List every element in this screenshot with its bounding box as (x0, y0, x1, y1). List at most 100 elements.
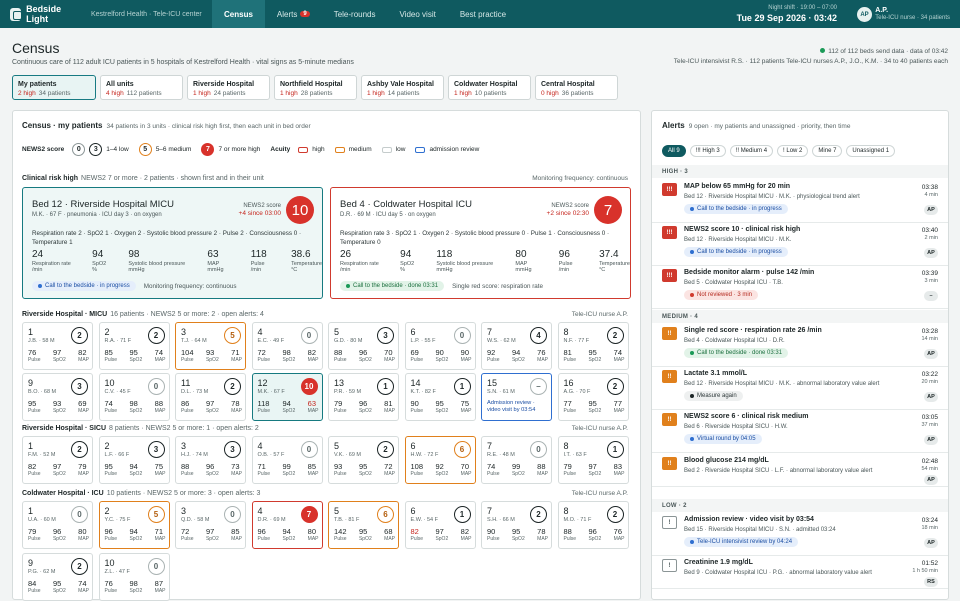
alert-item[interactable]: !!! MAP below 65 mmHg for 20 min Bed 12 · … (652, 183, 948, 223)
patient-tile[interactable]: 16 A.G. · 70 F 2 77 Pulse 95 SpO2 77 MAP (557, 373, 629, 421)
patient-tile[interactable]: 7 S.H. · 66 M 2 90 Pulse 95 SpO2 78 MAP (481, 501, 552, 549)
alert-filter-2[interactable]: !! Medium 4 (729, 145, 774, 157)
assignee-avatar[interactable]: RS (924, 577, 938, 587)
tab-all-units[interactable]: All units 4 high 112 patients (100, 75, 183, 100)
patient-tile[interactable]: 9 B.O. · 68 M 3 95 Pulse 93 SpO2 69 MAP (22, 373, 93, 421)
vital-number: 94 (511, 348, 521, 357)
user-info[interactable]: A.P. Tele-ICU nurse · 34 patients (875, 6, 950, 23)
tile-vitals: 88 Pulse 96 SpO2 73 MAP (181, 463, 242, 477)
alert-status-pill[interactable]: Call to the bedside · in progress (684, 204, 788, 214)
alert-item[interactable]: ! Creatinine 1.9 mg/dL Bed 9 · Coldwater H… (652, 559, 948, 589)
patient-tile[interactable]: 1 J.B. · 58 M 2 76 Pulse 97 SpO2 82 MAP (22, 322, 93, 370)
alert-filter-4[interactable]: Mine 7 (812, 145, 843, 157)
patient-tile[interactable]: 7 W.S. · 62 M 4 92 Pulse 94 SpO2 76 MAP (481, 322, 552, 370)
assignee-avatar[interactable]: AP (924, 392, 938, 402)
assignee-avatar[interactable]: AP (924, 349, 938, 359)
nav-alerts[interactable]: Alerts 9 (265, 0, 322, 28)
patient-tile[interactable]: 6 H.W. · 72 F 6 108 Pulse 92 SpO2 70 MAP (404, 436, 476, 484)
patient-tile[interactable]: 2 R.A. · 71 F 2 85 Pulse 95 SpO2 74 MAP (98, 322, 170, 370)
alert-filter-3[interactable]: ! Low 2 (777, 145, 809, 157)
patient-tile[interactable]: 3 Q.D. · 58 M 0 72 Pulse 97 SpO2 85 MAP (175, 501, 246, 549)
patient-tile[interactable]: 11 D.L. · 73 M 2 86 Pulse 97 SpO2 78 MAP (175, 373, 246, 421)
alert-item[interactable]: !!! NEWS2 score 10 · clinical risk high Be… (652, 226, 948, 266)
tab-northfield-hospital[interactable]: Northfield Hospital 1 high 28 patients (274, 75, 357, 100)
assignee-avatar[interactable]: AP (924, 248, 938, 258)
alert-item[interactable]: !!! Bedside monitor alarm · pulse 142 /mi… (652, 269, 948, 309)
patient-tile[interactable]: 10 C.V. · 45 F 0 74 Pulse 98 SpO2 88 MAP (98, 373, 170, 421)
alert-status-pill[interactable]: Tele-ICU intensivist review by 04:24 (684, 537, 799, 547)
brand[interactable]: Bedside Light (0, 4, 87, 24)
tile-vitals: 79 Pulse 96 SpO2 81 MAP (334, 400, 395, 414)
alert-item[interactable]: !! Single red score · respiration rate 26… (652, 327, 948, 367)
patient-tile[interactable]: 7 R.E. · 48 M 0 74 Pulse 99 SpO2 88 MAP (481, 436, 552, 484)
alert-status-pill[interactable]: Not reviewed · 3 min (684, 290, 759, 300)
alert-item[interactable]: ! Admission review · video visit by 03:54… (652, 516, 948, 556)
patient-tile[interactable]: 2 L.F. · 66 F 3 95 Pulse 94 SpO2 75 MAP (98, 436, 170, 484)
tab-my-patients[interactable]: My patients 2 high 34 patients (12, 75, 96, 100)
alert-filter-1[interactable]: !!! High 3 (689, 145, 726, 157)
patient-tile[interactable]: 2 Y.C. · 75 F 5 96 Pulse 94 SpO2 71 MAP (98, 501, 170, 549)
alert-status-pill[interactable]: Call to the bedside · done 03:31 (684, 348, 789, 358)
action-pill[interactable]: Call to the bedside · in progress (32, 281, 136, 291)
alert-item[interactable]: !! Blood glucose 214 mg/dL Bed 2 · Riversi… (652, 457, 948, 487)
nav-tele-rounds[interactable]: Tele-rounds (322, 0, 388, 28)
assignee-avatar[interactable]: – (924, 291, 938, 301)
tab-coldwater-hospital[interactable]: Coldwater Hospital 1 high 10 patients (448, 75, 531, 100)
assignee-avatar[interactable]: AP (924, 538, 938, 548)
patient-tile[interactable]: 4 D.R. · 69 M 7 96 Pulse 94 SpO2 80 MAP (251, 501, 323, 549)
tab-central-hospital[interactable]: Central Hospital 0 high 36 patients (535, 75, 618, 100)
patient-tile[interactable]: 6 L.P. · 55 F 0 69 Pulse 90 SpO2 90 MAP (404, 322, 476, 370)
alert-filter-0[interactable]: All 9 (662, 145, 686, 157)
patient-tile[interactable]: 13 P.R. · 59 M 1 79 Pulse 96 SpO2 81 MAP (328, 373, 399, 421)
patient-tile[interactable]: 10 Z.L. · 47 F 0 76 Pulse 98 SpO2 87 MAP (98, 553, 170, 601)
vital-label: SpO2 (588, 407, 602, 414)
news2-score-chip: 2 (224, 378, 241, 395)
tab-riverside-hospital[interactable]: Riverside Hospital 1 high 24 patients (187, 75, 270, 100)
patient-tile[interactable]: 5 G.D. · 80 M 3 88 Pulse 96 SpO2 70 MAP (328, 322, 399, 370)
patient-tile[interactable]: 9 P.G. · 62 M 2 84 Pulse 95 SpO2 74 MAP (22, 553, 93, 601)
high-risk-card[interactable]: Bed 12 · Riverside Hospital MICU M.K. · 6… (22, 187, 323, 299)
high-risk-card[interactable]: Bed 4 · Coldwater Hospital ICU D.R. · 69 … (330, 187, 631, 299)
news2-score-chip: 6 (377, 506, 394, 523)
alert-filter-5[interactable]: Unassigned 1 (846, 145, 896, 157)
patient-tile[interactable]: 1 U.A. · 60 M 0 79 Pulse 96 SpO2 80 MAP (22, 501, 93, 549)
patient-tile[interactable]: 3 H.J. · 74 M 3 88 Pulse 96 SpO2 73 MAP (175, 436, 246, 484)
patient-tile[interactable]: 5 V.K. · 69 M 2 93 Pulse 95 SpO2 72 MAP (328, 436, 399, 484)
alert-status-pill[interactable]: Call to the bedside · in progress (684, 247, 788, 257)
tile-vital: 97 SpO2 (53, 463, 66, 477)
tile-vital: 95 SpO2 (435, 400, 448, 414)
patient-tile[interactable]: 15 S.N. · 61 M – Admission review · video v… (481, 373, 552, 421)
alert-status-pill[interactable]: Measure again (684, 391, 743, 401)
patient-tile[interactable]: 8 I.T. · 63 F 1 79 Pulse 97 SpO2 83 MAP (557, 436, 629, 484)
tile-vitals: 72 Pulse 97 SpO2 85 MAP (181, 528, 242, 542)
patient-tile[interactable]: 4 E.C. · 49 F 0 72 Pulse 98 SpO2 82 MAP (251, 322, 323, 370)
tab-ashby-vale-hospital[interactable]: Ashby Vale Hospital 1 high 14 patients (361, 75, 444, 100)
status-dot-icon (690, 250, 694, 254)
alert-subtitle: Bed 12 · Riverside Hospital MICU · M.K. … (684, 381, 880, 387)
avatar[interactable]: AP (857, 7, 872, 22)
assignee-avatar[interactable]: AP (924, 475, 938, 485)
patient-tile[interactable]: 4 O.B. · 57 F 0 71 Pulse 99 SpO2 85 MAP (251, 436, 323, 484)
patient-tile[interactable]: 12 M.K. · 67 F 10 118 Pulse 94 SpO2 63 MAP (251, 373, 323, 421)
patient-tile[interactable]: 3 T.J. · 64 M 5 104 Pulse 93 SpO2 71 MAP (175, 322, 246, 370)
assignee-avatar[interactable]: AP (924, 435, 938, 445)
nav-video-visit[interactable]: Video visit (388, 0, 448, 28)
patient-tile[interactable]: 8 M.O. · 71 F 2 88 Pulse 96 SpO2 76 MAP (557, 501, 629, 549)
nav-best-practice[interactable]: Best practice (448, 0, 518, 28)
alert-status-pill[interactable]: Virtual round by 04:05 (684, 434, 762, 444)
alert-item[interactable]: !! NEWS2 score 6 · clinical risk medium Be… (652, 413, 948, 453)
alert-item[interactable]: !! Lactate 3.1 mmol/L Bed 12 · Riverside H… (652, 370, 948, 410)
patient-tile[interactable]: 5 T.B. · 81 F 6 142 Pulse 95 SpO2 68 MAP (328, 501, 399, 549)
patient-tile[interactable]: 8 N.F. · 77 F 2 81 Pulse 95 SpO2 74 MAP (557, 322, 629, 370)
vital-label: Pulse (563, 356, 577, 363)
vital-label: SpO2 (205, 407, 219, 414)
status-dot-icon (690, 540, 694, 544)
assignee-avatar[interactable]: AP (924, 205, 938, 215)
vital-label: SpO2 (282, 407, 296, 414)
patient-tile[interactable]: 6 E.W. · 54 F 1 82 Pulse 97 SpO2 82 MAP (404, 501, 476, 549)
tile-vital: 74 MAP (614, 349, 625, 363)
nav-census[interactable]: Census (212, 0, 265, 28)
action-pill[interactable]: Call to the bedside · done 03:31 (340, 281, 445, 291)
patient-tile[interactable]: 14 K.T. · 82 F 1 90 Pulse 95 SpO2 75 MAP (404, 373, 476, 421)
patient-tile[interactable]: 1 F.M. · 52 M 2 82 Pulse 97 SpO2 79 MAP (22, 436, 93, 484)
